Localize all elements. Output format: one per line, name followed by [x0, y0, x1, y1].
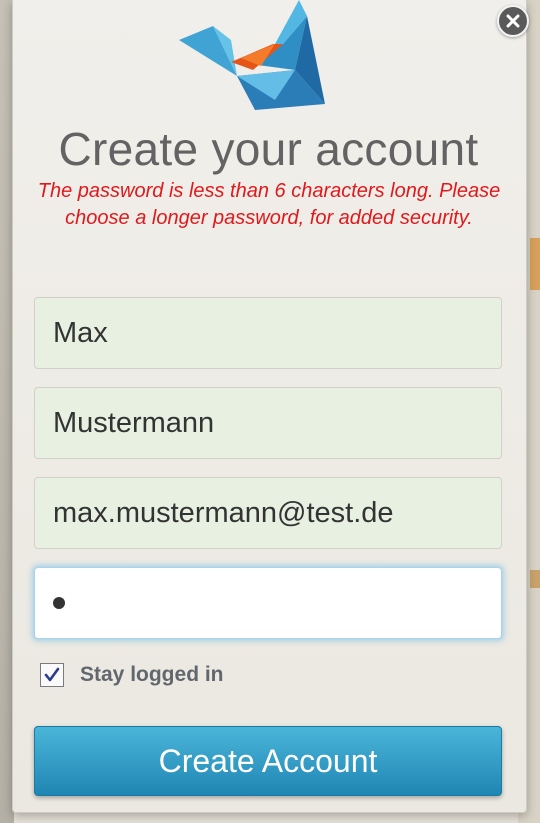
stay-logged-in-checkbox[interactable] — [40, 663, 64, 687]
stay-logged-in-label: Stay logged in — [80, 663, 224, 686]
checkmark-icon — [44, 667, 60, 682]
page-title: Create your account — [58, 123, 479, 175]
paper-crane-logo-icon — [175, 0, 335, 115]
create-account-button[interactable]: Create Account — [34, 726, 502, 796]
first-name-field[interactable]: Max — [34, 297, 502, 369]
password-mask-dot — [53, 597, 65, 609]
password-field[interactable] — [34, 567, 502, 639]
last-name-field[interactable]: Mustermann — [34, 387, 502, 459]
background-accent-2 — [530, 570, 540, 588]
stay-logged-in-row: Stay logged in — [40, 660, 224, 690]
close-button[interactable] — [497, 5, 529, 37]
close-icon — [506, 14, 520, 28]
password-error-message: The password is less than 6 characters l… — [37, 180, 501, 229]
email-field[interactable]: max.mustermann@test.de — [34, 477, 502, 549]
background-accent — [530, 238, 540, 290]
